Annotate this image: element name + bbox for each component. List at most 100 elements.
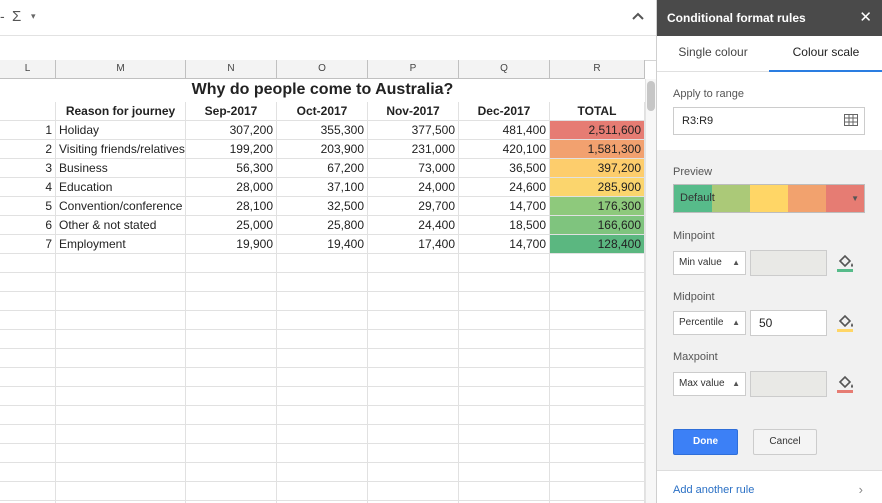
empty-cell[interactable] [459, 387, 550, 406]
reason-cell[interactable]: Employment [56, 235, 186, 254]
value-cell[interactable]: 24,400 [368, 216, 459, 235]
tab-single-colour[interactable]: Single colour [657, 36, 769, 72]
empty-cell[interactable] [459, 254, 550, 273]
empty-cell[interactable] [368, 330, 459, 349]
empty-cell[interactable] [550, 463, 645, 482]
empty-cell[interactable] [0, 349, 56, 368]
empty-cell[interactable] [459, 463, 550, 482]
empty-cell[interactable] [277, 463, 368, 482]
value-cell[interactable]: 2 [0, 140, 56, 159]
empty-cell[interactable] [550, 273, 645, 292]
value-cell[interactable]: 19,900 [186, 235, 277, 254]
empty-cell[interactable] [550, 482, 645, 501]
minpoint-type-select[interactable]: Min value ▲ [673, 251, 746, 275]
empty-cell[interactable] [277, 273, 368, 292]
header-cell[interactable]: Oct-2017 [277, 102, 368, 121]
reason-cell[interactable]: Convention/conference [56, 197, 186, 216]
empty-cell[interactable] [186, 254, 277, 273]
empty-cell[interactable] [0, 311, 56, 330]
empty-cell[interactable] [56, 330, 186, 349]
empty-cell[interactable] [277, 292, 368, 311]
empty-cell[interactable] [0, 406, 56, 425]
select-range-icon[interactable] [844, 114, 858, 126]
total-cell[interactable]: 176,300 [550, 197, 645, 216]
empty-cell[interactable] [56, 425, 186, 444]
total-cell[interactable]: 285,900 [550, 178, 645, 197]
value-cell[interactable]: 32,500 [277, 197, 368, 216]
empty-cell[interactable] [368, 292, 459, 311]
value-cell[interactable]: 24,000 [368, 178, 459, 197]
empty-cell[interactable] [550, 387, 645, 406]
value-cell[interactable]: 3 [0, 159, 56, 178]
value-cell[interactable]: 14,700 [459, 197, 550, 216]
empty-cell[interactable] [368, 482, 459, 501]
empty-cell[interactable] [0, 463, 56, 482]
value-cell[interactable]: 7 [0, 235, 56, 254]
total-cell[interactable]: 2,511,600 [550, 121, 645, 140]
empty-cell[interactable] [459, 273, 550, 292]
empty-cell[interactable] [56, 406, 186, 425]
empty-cell[interactable] [56, 387, 186, 406]
empty-cell[interactable] [186, 463, 277, 482]
functions-icon[interactable]: Σ [12, 8, 21, 25]
empty-cell[interactable] [550, 330, 645, 349]
value-cell[interactable]: 67,200 [277, 159, 368, 178]
empty-cell[interactable] [56, 292, 186, 311]
value-cell[interactable]: 199,200 [186, 140, 277, 159]
header-cell[interactable]: Sep-2017 [186, 102, 277, 121]
column-header-m[interactable]: M [56, 60, 186, 79]
empty-cell[interactable] [550, 292, 645, 311]
reason-cell[interactable]: Other & not stated [56, 216, 186, 235]
value-cell[interactable]: 25,000 [186, 216, 277, 235]
empty-cell[interactable] [186, 273, 277, 292]
empty-cell[interactable] [186, 444, 277, 463]
empty-cell[interactable] [368, 273, 459, 292]
total-cell[interactable]: 397,200 [550, 159, 645, 178]
range-input[interactable]: R3:R9 [673, 107, 865, 135]
formula-bar[interactable] [0, 36, 656, 61]
maxpoint-fill-color-icon[interactable] [835, 373, 857, 395]
total-cell[interactable]: 128,400 [550, 235, 645, 254]
empty-cell[interactable] [0, 425, 56, 444]
empty-cell[interactable] [550, 311, 645, 330]
value-cell[interactable]: 355,300 [277, 121, 368, 140]
close-icon[interactable]: ✕ [859, 0, 872, 36]
value-cell[interactable]: 24,600 [459, 178, 550, 197]
value-cell[interactable]: 4 [0, 178, 56, 197]
empty-cell[interactable] [56, 254, 186, 273]
maxpoint-type-select[interactable]: Max value ▲ [673, 372, 746, 396]
empty-cell[interactable] [368, 444, 459, 463]
empty-cell[interactable] [56, 482, 186, 501]
total-cell[interactable]: 1,581,300 [550, 140, 645, 159]
column-header-r[interactable]: R [550, 60, 645, 79]
empty-cell[interactable] [277, 387, 368, 406]
empty-cell[interactable] [368, 368, 459, 387]
empty-cell[interactable] [459, 368, 550, 387]
value-cell[interactable]: 481,400 [459, 121, 550, 140]
cancel-button[interactable]: Cancel [753, 429, 817, 455]
reason-cell[interactable]: Business [56, 159, 186, 178]
value-cell[interactable]: 25,800 [277, 216, 368, 235]
total-cell[interactable]: 166,600 [550, 216, 645, 235]
scrollbar-thumb[interactable] [647, 81, 655, 111]
value-cell[interactable]: 377,500 [368, 121, 459, 140]
column-header-n[interactable]: N [186, 60, 277, 79]
empty-cell[interactable] [0, 482, 56, 501]
empty-cell[interactable] [186, 330, 277, 349]
value-cell[interactable]: 1 [0, 121, 56, 140]
column-header-o[interactable]: O [277, 60, 368, 79]
empty-cell[interactable] [550, 254, 645, 273]
column-header-l[interactable]: L [0, 60, 56, 79]
header-cell[interactable]: Reason for journey [56, 102, 186, 121]
empty-cell[interactable] [0, 273, 56, 292]
midpoint-type-select[interactable]: Percentile ▲ [673, 311, 746, 335]
header-cell[interactable]: TOTAL [550, 102, 645, 121]
empty-cell[interactable] [186, 292, 277, 311]
empty-cell[interactable] [0, 292, 56, 311]
value-cell[interactable]: 28,000 [186, 178, 277, 197]
value-cell[interactable]: 28,100 [186, 197, 277, 216]
value-cell[interactable]: 420,100 [459, 140, 550, 159]
value-cell[interactable]: 17,400 [368, 235, 459, 254]
empty-cell[interactable] [277, 368, 368, 387]
empty-cell[interactable] [368, 254, 459, 273]
